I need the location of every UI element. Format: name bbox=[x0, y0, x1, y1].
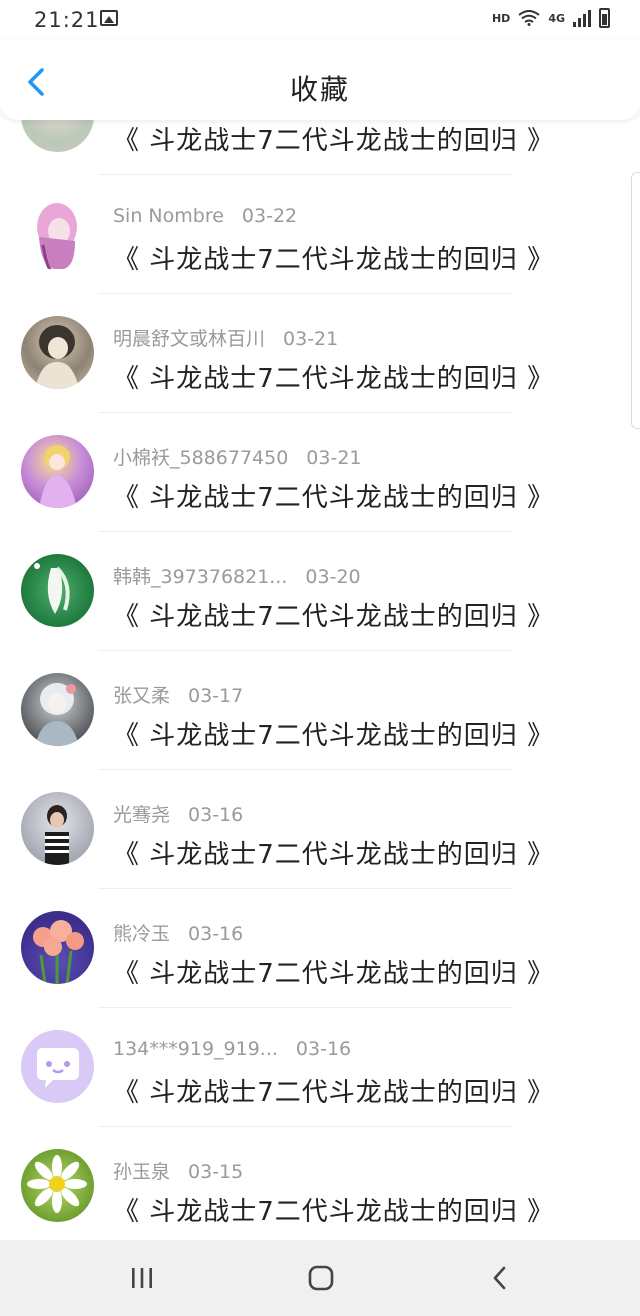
username[interactable]: 光骞尧 bbox=[113, 804, 170, 826]
username[interactable]: 孙玉泉 bbox=[113, 1161, 170, 1183]
username[interactable]: 张又柔 bbox=[113, 685, 170, 707]
comment-text: 《 斗龙战士7二代斗龙战士的回归 》 bbox=[113, 1078, 555, 1108]
avatar[interactable] bbox=[21, 316, 94, 389]
item-meta: 孙玉泉 03-15 bbox=[113, 1157, 243, 1184]
pink-flowers-icon bbox=[33, 920, 84, 984]
green-flower-icon bbox=[34, 563, 70, 614]
date: 03-16 bbox=[188, 923, 244, 945]
date: 03-21 bbox=[306, 447, 362, 469]
recent-apps-button[interactable] bbox=[102, 1240, 182, 1316]
item-meta: Sin Nombre 03-22 bbox=[113, 205, 297, 227]
image-notification-icon bbox=[100, 10, 118, 26]
date: 03-16 bbox=[188, 804, 244, 826]
username[interactable]: Sin Nombre bbox=[113, 205, 224, 227]
app-header: 收藏 bbox=[0, 40, 640, 120]
item-meta: 韩韩_397376821... 03-20 bbox=[113, 562, 361, 589]
avatar[interactable] bbox=[21, 792, 94, 865]
username[interactable]: 134***919_919... bbox=[113, 1038, 278, 1060]
comment-text: 《 斗龙战士7二代斗龙战士的回归 》 bbox=[113, 364, 555, 394]
comment-text: 《 斗龙战士7二代斗龙战士的回归 》 bbox=[113, 483, 555, 513]
dark-anime-girl-icon bbox=[35, 683, 79, 746]
username[interactable]: 明晨舒文或林百川 bbox=[113, 328, 265, 350]
list-item[interactable]: 韩韩_397376821... 03-20 《 斗龙战士7二代斗龙战士的回归 》 bbox=[0, 553, 640, 672]
date: 03-17 bbox=[188, 685, 244, 707]
purple-fairy-icon bbox=[39, 445, 77, 508]
divider bbox=[98, 650, 513, 651]
cellular-label: 4G bbox=[548, 11, 565, 25]
divider bbox=[98, 1007, 513, 1008]
item-meta: 光骞尧 03-16 bbox=[113, 800, 243, 827]
pink-hair-girl-icon bbox=[37, 203, 77, 270]
avatar[interactable] bbox=[21, 673, 94, 746]
date: 03-22 bbox=[241, 205, 298, 227]
list-item[interactable]: 134***919_919... 03-16 《 斗龙战士7二代斗龙战士的回归 》 bbox=[0, 1029, 640, 1148]
comment-text: 《 斗龙战士7二代斗龙战士的回归 》 bbox=[113, 602, 555, 632]
list-item[interactable]: 明晨舒文或林百川 03-21 《 斗龙战士7二代斗龙战士的回归 》 bbox=[0, 315, 640, 434]
nav-back-button[interactable] bbox=[460, 1240, 540, 1316]
avatar[interactable] bbox=[21, 1030, 94, 1103]
home-button[interactable] bbox=[281, 1240, 361, 1316]
item-meta: 明晨舒文或林百川 03-21 bbox=[113, 324, 338, 351]
hd-label: HD bbox=[491, 11, 511, 25]
list-item[interactable]: Sin Nombre 03-22 《 斗龙战士7二代斗龙战士的回归 》 bbox=[0, 196, 640, 315]
username[interactable]: 熊冷玉 bbox=[113, 923, 170, 945]
system-nav-bar bbox=[0, 1240, 640, 1316]
recent-apps-icon bbox=[132, 1268, 152, 1288]
avatar[interactable] bbox=[21, 435, 94, 508]
comment-text: 《 斗龙战士7二代斗龙战士的回归 》 bbox=[113, 1197, 555, 1227]
avatar[interactable] bbox=[21, 911, 94, 984]
username[interactable]: 小棉袄_588677450 bbox=[113, 447, 288, 469]
comment-text: 《 斗龙战士7二代斗龙战士的回归 》 bbox=[113, 126, 555, 156]
divider bbox=[98, 412, 513, 413]
divider bbox=[98, 769, 513, 770]
list-item[interactable]: 光骞尧 03-16 《 斗龙战士7二代斗龙战士的回归 》 bbox=[0, 791, 640, 910]
item-meta: 张又柔 03-17 bbox=[113, 681, 243, 708]
status-bar: 21:21 HD 4G bbox=[0, 0, 640, 40]
back-icon bbox=[493, 1266, 506, 1290]
avatar[interactable] bbox=[21, 1149, 94, 1222]
date: 03-20 bbox=[305, 566, 361, 588]
battery-icon bbox=[599, 8, 610, 28]
list-item[interactable]: 张又柔 03-17 《 斗龙战士7二代斗龙战士的回归 》 bbox=[0, 672, 640, 791]
page-title: 收藏 bbox=[289, 73, 350, 106]
daisy-icon bbox=[27, 1155, 87, 1213]
avatar[interactable] bbox=[21, 554, 94, 627]
signal-icon bbox=[573, 9, 591, 27]
comment-text: 《 斗龙战士7二代斗龙战士的回归 》 bbox=[113, 245, 555, 275]
comment-text: 《 斗龙战士7二代斗龙战士的回归 》 bbox=[113, 840, 555, 870]
divider bbox=[98, 888, 513, 889]
divider bbox=[98, 174, 513, 175]
scroll-indicator[interactable] bbox=[631, 172, 640, 429]
home-icon bbox=[308, 1265, 334, 1291]
wifi-icon bbox=[518, 10, 540, 26]
comment-text: 《 斗龙战士7二代斗龙战士的回归 》 bbox=[113, 959, 555, 989]
status-icons: HD 4G bbox=[492, 8, 610, 28]
date: 03-16 bbox=[295, 1038, 352, 1060]
sepia-girl-icon bbox=[35, 325, 79, 389]
divider bbox=[98, 293, 513, 294]
item-meta: 熊冷玉 03-16 bbox=[113, 919, 243, 946]
username[interactable]: 韩韩_397376821... bbox=[113, 566, 287, 588]
item-meta: 134***919_919... 03-16 bbox=[113, 1038, 351, 1060]
date: 03-21 bbox=[283, 328, 339, 350]
comment-text: 《 斗龙战士7二代斗龙战士的回归 》 bbox=[113, 721, 555, 751]
item-meta: 小棉袄_588677450 03-21 bbox=[113, 443, 362, 470]
divider bbox=[98, 1126, 513, 1127]
status-time: 21:21 bbox=[34, 8, 100, 32]
divider bbox=[98, 531, 513, 532]
list-item[interactable]: 小棉袄_588677450 03-21 《 斗龙战士7二代斗龙战士的回归 》 bbox=[0, 434, 640, 553]
chat-bubble-icon bbox=[37, 1048, 79, 1088]
list-item[interactable]: 熊冷玉 03-16 《 斗龙战士7二代斗龙战士的回归 》 bbox=[0, 910, 640, 1029]
boy-photo-icon bbox=[45, 805, 69, 865]
avatar[interactable] bbox=[21, 197, 94, 270]
date: 03-15 bbox=[188, 1161, 244, 1183]
